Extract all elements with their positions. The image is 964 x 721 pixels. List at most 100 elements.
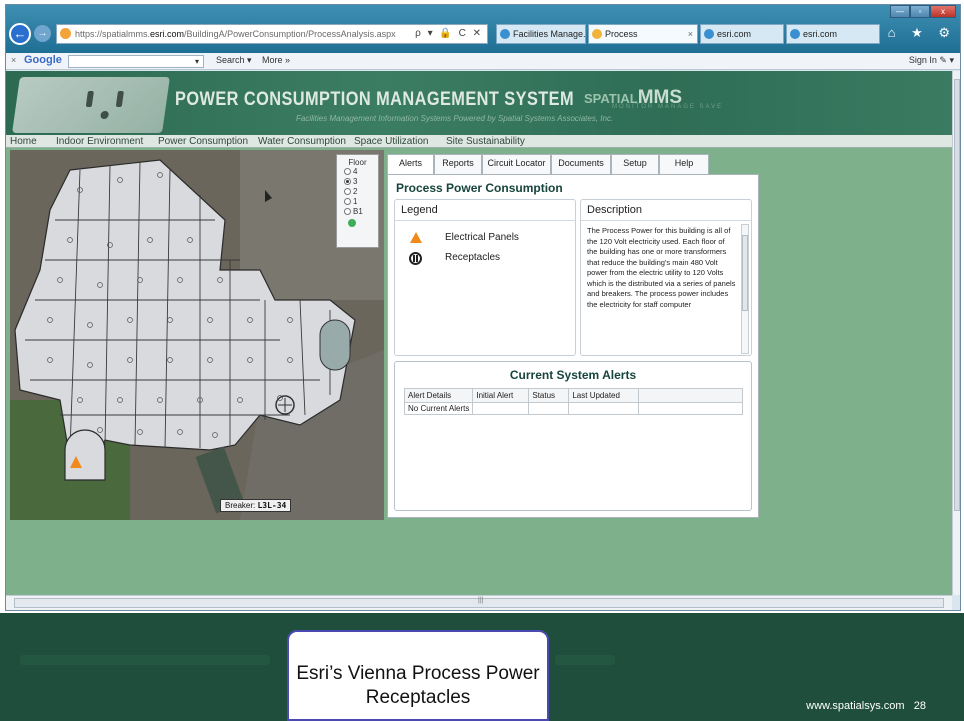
electrical-panel-icon: [410, 232, 422, 243]
nav-indoor-environment[interactable]: Indoor Environment: [56, 135, 143, 148]
radio-icon[interactable]: [344, 188, 351, 196]
column-blank: [638, 388, 743, 403]
table-row[interactable]: No Current Alerts: [403, 402, 743, 415]
panel-title: Process Power Consumption: [396, 181, 563, 195]
description-text: The Process Power for this building is a…: [587, 226, 736, 309]
table-cell: [528, 402, 570, 415]
address-tools[interactable]: ρ ▾ 🔒 C ✕: [415, 25, 483, 43]
column-initial-alert[interactable]: Initial Alert: [472, 388, 530, 403]
alerts-header-row: Alert Details Initial Alert Status Last …: [403, 388, 743, 403]
column-last-updated[interactable]: Last Updated: [568, 388, 640, 403]
floor-go-icon[interactable]: [348, 219, 356, 227]
tab-label: Process: [605, 29, 638, 39]
site-title: POWER CONSUMPTION MANAGEMENT SYSTEM: [175, 89, 575, 110]
description-divider: [581, 220, 751, 221]
more-button[interactable]: More »: [262, 55, 290, 65]
nav-home[interactable]: Home: [10, 135, 37, 148]
floor-option-label: 4: [353, 167, 358, 176]
floor-option-3[interactable]: 3: [337, 177, 378, 187]
tab-label: esri.com: [803, 29, 838, 39]
legend-divider: [395, 220, 575, 221]
google-search-button[interactable]: Search ▾: [216, 55, 252, 66]
power-outlet-image: [12, 77, 170, 133]
forward-button[interactable]: →: [34, 25, 51, 42]
slide-top-border: [0, 0, 964, 3]
radio-icon[interactable]: [344, 208, 351, 216]
breaker-value: L3L-34: [257, 501, 287, 510]
ie-tab-icon: [500, 29, 510, 39]
nav-power-consumption[interactable]: Power Consumption: [158, 135, 248, 148]
close-window-button[interactable]: x: [930, 5, 956, 18]
web-page: POWER CONSUMPTION MANAGEMENT SYSTEM Faci…: [6, 71, 952, 595]
faint-footer-text: [20, 655, 270, 665]
floor-plan-map[interactable]: Breaker: L3L-34: [10, 150, 384, 520]
floor-selector-title: Floor: [348, 158, 367, 167]
maximize-button[interactable]: ▫: [910, 5, 930, 18]
floor-option-4[interactable]: 4: [337, 167, 378, 177]
site-favicon-icon: [60, 28, 71, 39]
nav-site-sustainability[interactable]: Site Sustainability: [446, 135, 525, 148]
breaker-tooltip: Breaker: L3L-34: [220, 499, 292, 512]
faint-footer-text: [555, 655, 615, 665]
page-vertical-scrollbar[interactable]: [952, 71, 960, 595]
process-power-panel: Process Power Consumption Legend Electri…: [387, 174, 759, 518]
tab-close-icon[interactable]: ×: [688, 25, 693, 43]
window-controls: — ▫ x: [890, 5, 958, 19]
sign-in-link[interactable]: Sign In ✎ ▾: [909, 55, 954, 66]
page-horizontal-scrollbar[interactable]: |||: [6, 595, 952, 610]
aerial-floorplan-graphic: [10, 150, 384, 520]
floor-option-label: 3: [353, 177, 358, 186]
description-scrollbar[interactable]: [741, 224, 749, 354]
google-search-input[interactable]: ▾: [68, 55, 204, 68]
home-favorites-tools-icons[interactable]: ⌂ ★ ⚙: [888, 25, 956, 41]
minimize-button[interactable]: —: [890, 5, 910, 18]
receptacle-icon: [409, 252, 422, 265]
column-alert-details[interactable]: Alert Details: [403, 388, 474, 403]
tab-process[interactable]: Process ×: [588, 24, 698, 44]
floor-option-label: B1: [353, 207, 363, 216]
url-path: /BuildingA/PowerConsumption/ProcessAnaly…: [184, 29, 396, 39]
tab-esri-2[interactable]: esri.com: [786, 24, 880, 44]
nav-space-utilization[interactable]: Space Utilization: [354, 135, 428, 148]
tab-esri-1[interactable]: esri.com: [700, 24, 784, 44]
floor-option-label: 2: [353, 187, 358, 196]
floor-option-2[interactable]: 2: [337, 187, 378, 197]
table-cell: No Current Alerts: [403, 402, 474, 415]
legend-electrical-panels: Electrical Panels: [445, 232, 519, 243]
toolbar-close-icon[interactable]: ×: [11, 55, 16, 65]
breaker-prefix: Breaker:: [225, 501, 256, 510]
site-banner: POWER CONSUMPTION MANAGEMENT SYSTEM Faci…: [6, 71, 952, 135]
page-number: 28: [913, 700, 926, 712]
radio-selected-icon[interactable]: [344, 178, 351, 186]
process-tab-icon: [592, 29, 602, 39]
google-toolbar: × Google ▾ Search ▾ More » Sign In ✎ ▾: [6, 53, 960, 70]
url-prefix: https://spatialmms.: [75, 29, 151, 39]
ie-tab-icon: [790, 29, 800, 39]
table-cell: [638, 402, 743, 415]
current-alerts-box: Current System Alerts Alert Details Init…: [394, 361, 752, 511]
url-host: esri.com: [150, 29, 185, 39]
radio-icon[interactable]: [344, 198, 351, 206]
address-bar[interactable]: https://spatialmms.esri.com/BuildingA/Po…: [56, 24, 488, 44]
column-status[interactable]: Status: [528, 388, 570, 403]
tab-facilities[interactable]: Facilities Manage...: [496, 24, 586, 44]
site-subtitle: Facilities Management Information System…: [296, 114, 614, 123]
browser-titlebar: — ▫ x ← → https://spatialmms.esri.com/Bu…: [6, 5, 960, 53]
google-logo: Google: [24, 54, 62, 66]
alerts-table: Alert Details Initial Alert Status Last …: [403, 388, 743, 415]
footer-url-text: www.spatialsys.com: [806, 700, 905, 712]
radio-icon[interactable]: [344, 168, 351, 176]
legend-receptacles: Receptacles: [445, 252, 501, 263]
floor-option-1[interactable]: 1: [337, 197, 378, 207]
legend-box: Legend Electrical Panels Receptacles: [394, 199, 576, 356]
description-scroll-thumb[interactable]: [742, 235, 748, 311]
ie-tab-icon: [704, 29, 714, 39]
back-button[interactable]: ←: [9, 23, 31, 45]
floor-option-b1[interactable]: B1: [337, 207, 378, 217]
nav-water-consumption[interactable]: Water Consumption: [258, 135, 346, 148]
browser-window: — ▫ x ← → https://spatialmms.esri.com/Bu…: [5, 4, 961, 611]
tab-label: esri.com: [717, 29, 752, 39]
vertical-scroll-thumb[interactable]: [954, 79, 960, 511]
description-title: Description: [587, 204, 643, 216]
floor-option-label: 1: [353, 197, 358, 206]
